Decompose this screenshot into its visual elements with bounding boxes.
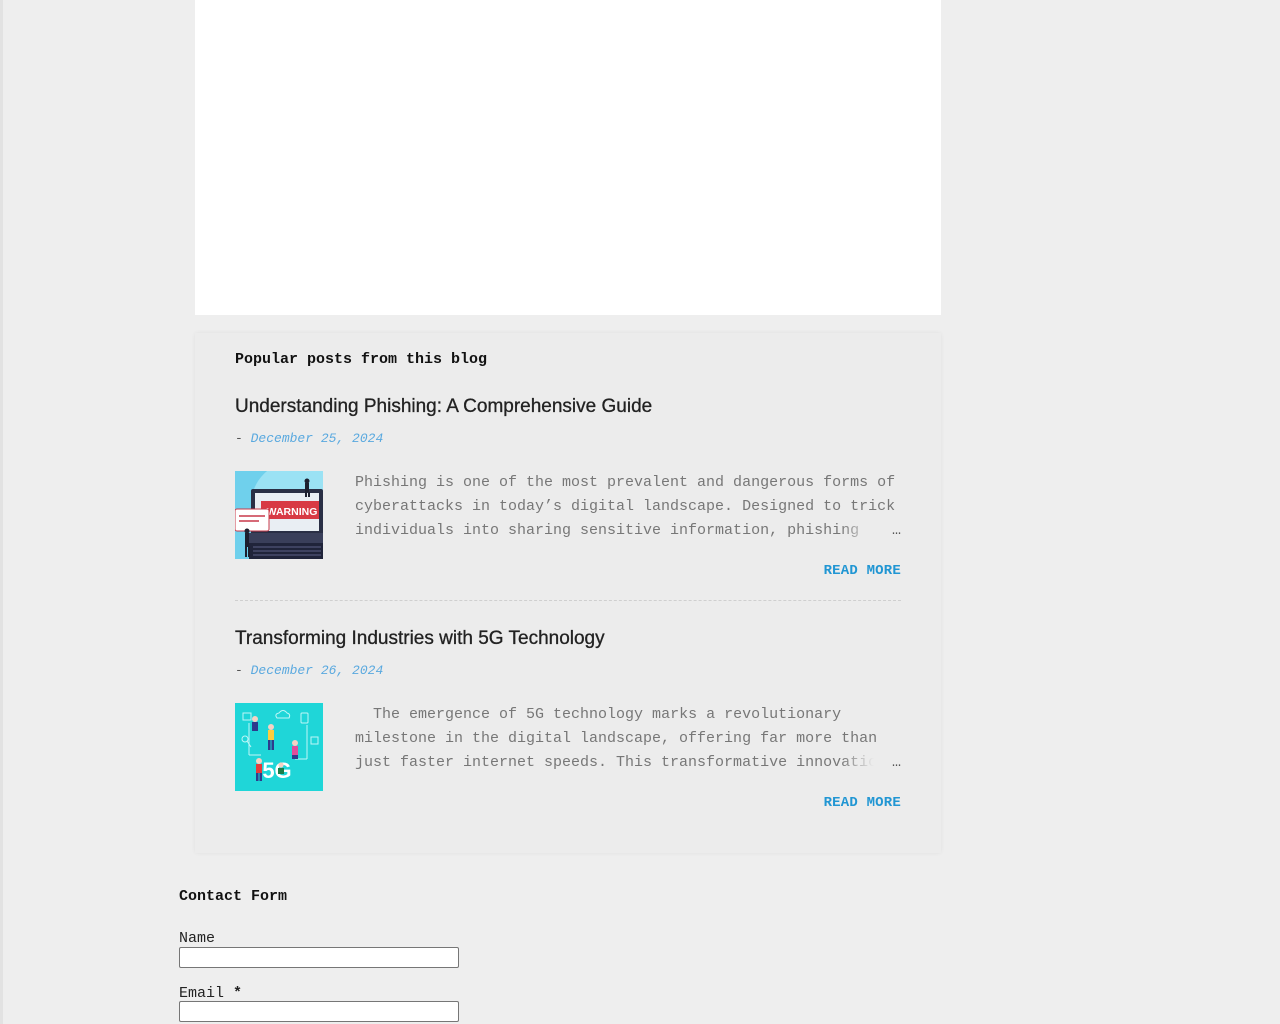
- popular-posts-widget: Popular posts from this blog Understandi…: [195, 333, 941, 853]
- email-label: Email *: [179, 985, 243, 1002]
- post-date: - December 25, 2024: [235, 431, 383, 446]
- contact-form-heading: Contact Form: [179, 888, 288, 905]
- post-date-link[interactable]: December 26, 2024: [251, 663, 384, 678]
- snippet-ellipsis: …: [841, 751, 901, 775]
- warning-text: WARNING: [267, 506, 318, 518]
- post-snippet: The emergence of 5G technology marks a r…: [355, 703, 901, 775]
- date-prefix: -: [235, 431, 243, 446]
- contact-form: Contact Form Name Email *: [179, 888, 679, 1022]
- post-thumbnail-warning[interactable]: WARNING: [235, 471, 323, 559]
- post-snippet: Phishing is one of the most prevalent an…: [355, 471, 901, 543]
- read-more-link[interactable]: READ MORE: [824, 563, 901, 579]
- email-field[interactable]: [179, 1001, 459, 1022]
- name-field[interactable]: [179, 947, 459, 968]
- 5g-network-illustration: 5G: [235, 703, 323, 791]
- embedded-content-area: [195, 0, 941, 315]
- post-thumbnail-5g[interactable]: 5G: [235, 703, 323, 791]
- popular-posts-heading: Popular posts from this blog: [235, 351, 488, 368]
- popular-post: Understanding Phishing: A Comprehensive …: [235, 395, 901, 607]
- post-title-link[interactable]: Transforming Industries with 5G Technolo…: [235, 627, 901, 651]
- post-date: - December 26, 2024: [235, 663, 383, 678]
- date-prefix: -: [235, 663, 243, 678]
- 5g-text: 5G: [262, 758, 291, 783]
- name-label: Name: [179, 930, 216, 947]
- snippet-ellipsis: …: [841, 519, 901, 543]
- post-date-link[interactable]: December 25, 2024: [251, 431, 384, 446]
- post-title-link[interactable]: Understanding Phishing: A Comprehensive …: [235, 395, 901, 419]
- page-edge-rule: [0, 0, 3, 1024]
- required-mark: *: [233, 985, 243, 1002]
- warning-laptop-illustration: WARNING: [235, 471, 323, 559]
- popular-post: Transforming Industries with 5G Technolo…: [235, 627, 901, 827]
- post-divider: [235, 600, 901, 601]
- read-more-link[interactable]: READ MORE: [824, 795, 901, 811]
